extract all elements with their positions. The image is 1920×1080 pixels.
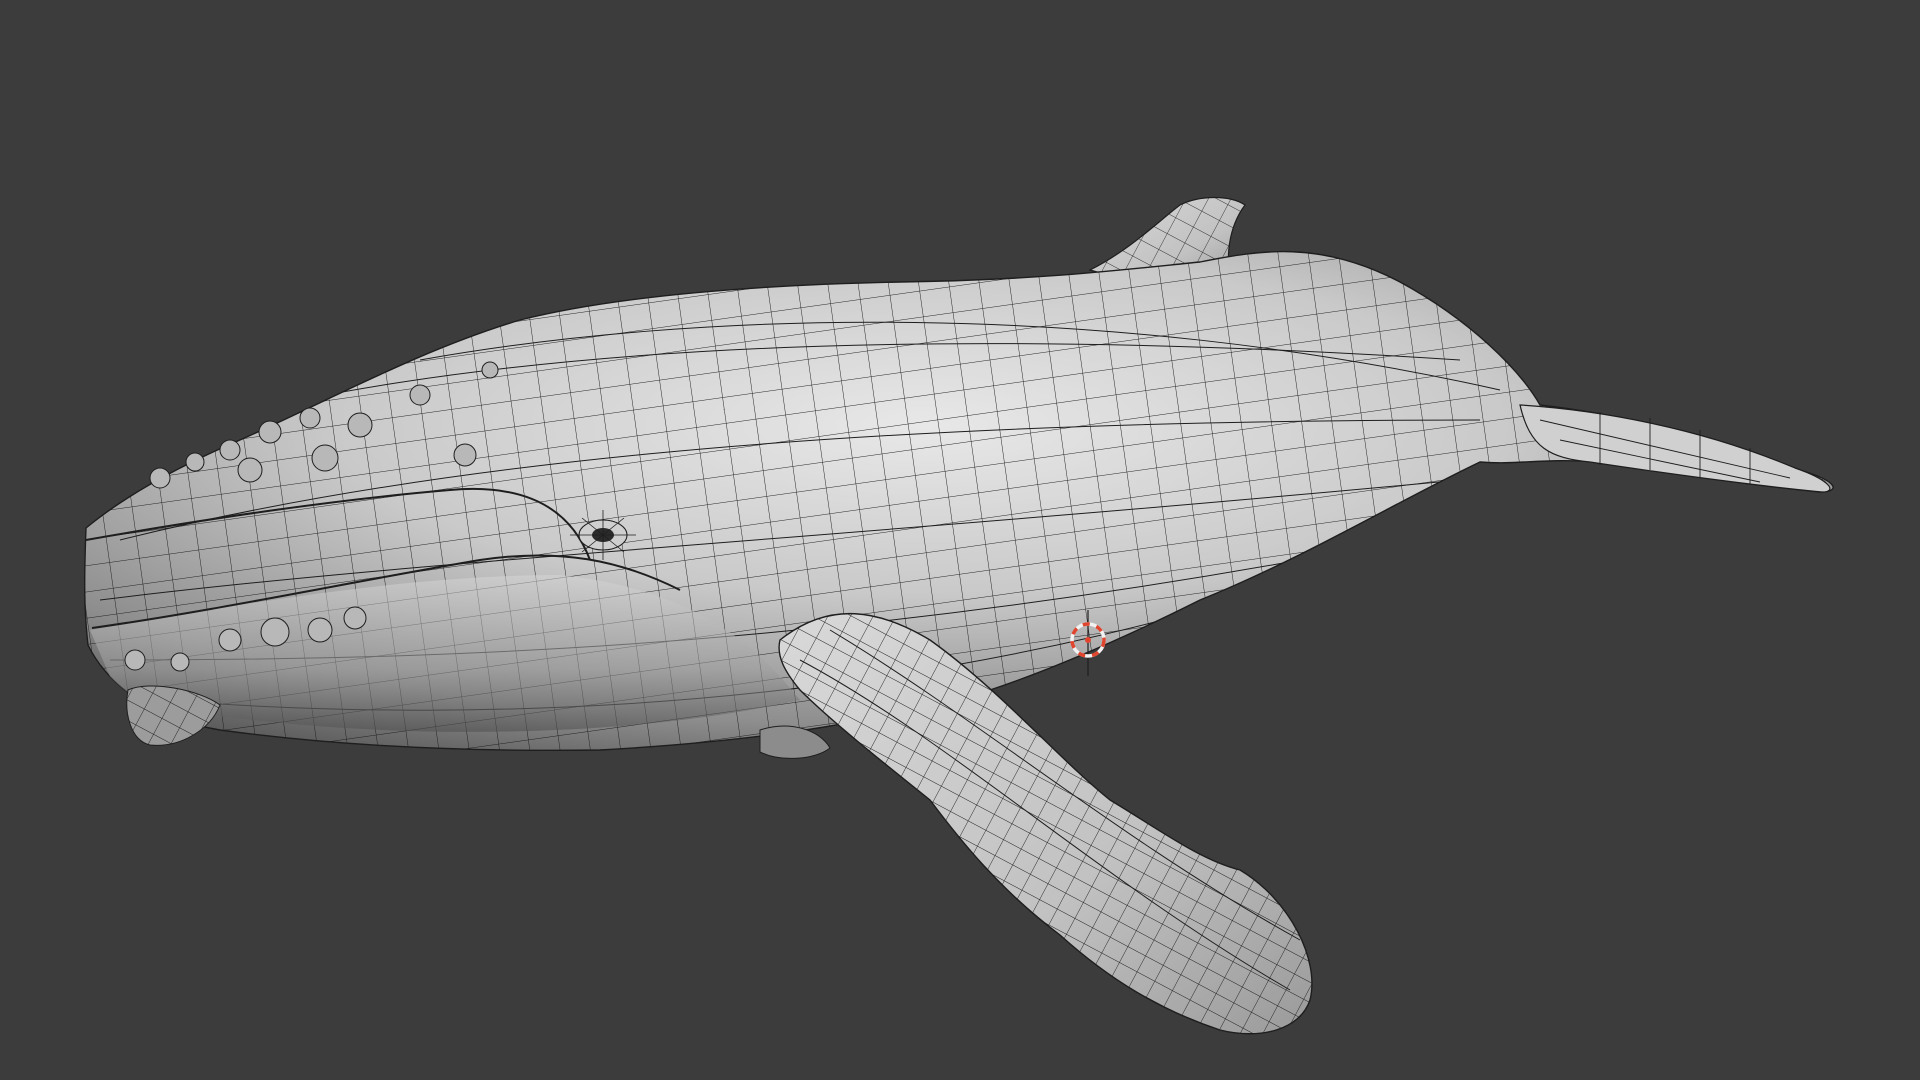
- tail-fluke[interactable]: [1519, 404, 1831, 493]
- 3d-viewport[interactable]: [0, 0, 1920, 1080]
- small-ventral-fin: [759, 725, 831, 759]
- viewport-scene[interactable]: [0, 0, 1920, 1080]
- whale-mesh[interactable]: [0, 0, 1920, 1080]
